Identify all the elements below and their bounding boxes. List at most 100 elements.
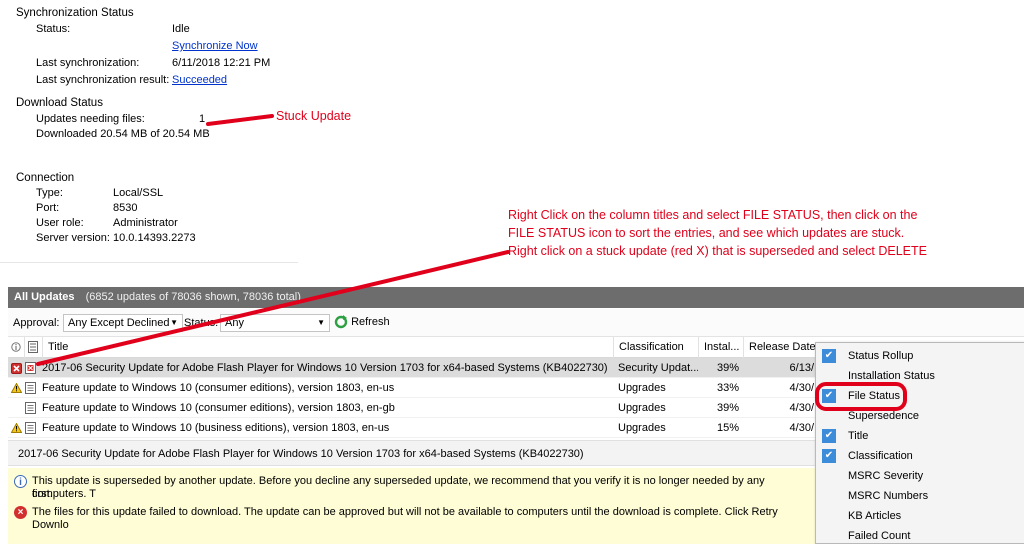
table-row[interactable]: Feature update to Windows 10 (business e… [8,418,816,438]
warning-icon [11,378,23,398]
row-title: Feature update to Windows 10 (consumer e… [42,382,395,394]
instruction-line-1: Right Click on the column titles and sel… [508,208,918,222]
info-column-icon [11,342,21,352]
status-dropdown[interactable]: Any ▼ [220,314,330,332]
table-row[interactable]: Feature update to Windows 10 (consumer e… [8,398,816,418]
sync-status-label: Status: [36,23,71,35]
updates-needing-label: Updates needing files: [36,113,145,125]
status-rollup-column-icon[interactable] [8,337,24,358]
status-value: Any [225,317,244,329]
user-role-value: Administrator [113,217,178,229]
update-file-icon [25,398,39,418]
refresh-label: Refresh [351,316,390,328]
last-sync-value: 6/11/2018 12:21 PM [172,57,271,69]
server-version-value: 10.0.14393.2273 [113,232,196,244]
user-role-label: User role: [36,217,84,229]
row-classification: Upgrades [618,402,666,414]
last-result-link[interactable]: Succeeded [172,74,227,86]
row-installed: 39% [716,402,739,414]
update-file-error-icon [25,358,39,378]
filter-toolbar: Approval: Any Except Declined ▼ Status: … [8,309,1024,337]
chevron-down-icon: ▼ [170,318,178,327]
download-error-line: The files for this update failed to down… [32,506,778,531]
menu-item-status-rollup[interactable]: ✔ Status Rollup [816,346,1024,366]
menu-item-installation-status[interactable]: Installation Status [816,366,1024,386]
chevron-down-icon: ▼ [317,318,325,327]
row-title: 2017-06 Security Update for Adobe Flash … [42,362,608,374]
port-label: Port: [36,202,60,214]
warning-icon [11,418,23,438]
stuck-update-annotation: Stuck Update [276,109,352,123]
last-result-label: Last synchronization result: [36,74,170,86]
error-x-icon [11,358,23,378]
superseded-info-line-2: first. [32,488,53,500]
panel-title: All Updates [14,291,75,303]
info-icon: i [14,475,27,488]
row-installed: 33% [716,382,739,394]
menu-item-label: Supersedence [848,410,919,422]
row-installed: 15% [716,422,739,434]
row-title: Feature update to Windows 10 (consumer e… [42,402,395,414]
menu-item-classification[interactable]: ✔ Classification [816,446,1024,466]
check-icon: ✔ [822,349,836,363]
approval-label: Approval: [13,317,60,329]
type-value: Local/SSL [113,187,164,199]
menu-item-label: Failed Count [848,530,911,542]
sync-status-value: Idle [172,23,190,35]
table-row[interactable]: Feature update to Windows 10 (consumer e… [8,378,816,398]
refresh-button[interactable]: Refresh [334,315,390,329]
all-updates-titlebar: All Updates (6852 updates of 78036 shown… [8,287,1024,308]
update-file-icon [25,378,39,398]
sync-heading: Synchronization Status [16,7,134,19]
column-header-classification[interactable]: Classification [613,337,698,358]
downloaded-text: Downloaded 20.54 MB of 20.54 MB [36,128,210,140]
menu-item-label: MSRC Severity [848,470,924,482]
menu-item-title[interactable]: ✔ Title [816,426,1024,446]
error-icon: × [14,506,27,519]
menu-item-label: Classification [848,450,913,462]
check-icon: ✔ [822,389,836,403]
port-value: 8530 [113,202,138,214]
updates-needing-value: 1 [199,113,206,125]
updates-count: (6852 updates of 78036 shown, 78036 tota… [85,291,301,303]
table-row[interactable]: 2017-06 Security Update for Adobe Flash … [8,358,816,378]
menu-item-failed-count[interactable]: Failed Count [816,526,1024,544]
row-release-date: 6/13/ [789,362,814,374]
check-icon: ✔ [822,429,836,443]
menu-item-label: Title [848,430,869,442]
download-heading: Download Status [16,97,103,109]
instruction-line-3: Right click on a stuck update (red X) th… [508,244,927,258]
menu-item-label: Status Rollup [848,350,914,362]
stuck-update-arrow [206,114,274,126]
menu-item-file-status[interactable]: ✔ File Status [816,386,1024,406]
menu-item-supersedence[interactable]: Supersedence [816,406,1024,426]
update-file-icon [25,418,39,438]
column-context-menu: ✔ Status Rollup Installation Status ✔ Fi… [815,342,1024,544]
refresh-icon [334,315,348,329]
menu-item-msrc-numbers[interactable]: MSRC Numbers [816,486,1024,506]
row-classification: Security Updat... [618,362,698,374]
menu-item-msrc-severity[interactable]: MSRC Severity [816,466,1024,486]
column-header-title[interactable]: Title [42,337,613,358]
menu-item-kb-articles[interactable]: KB Articles [816,506,1024,526]
menu-item-label: File Status [848,390,900,402]
file-status-column-icon[interactable] [24,337,42,358]
approval-dropdown[interactable]: Any Except Declined ▼ [63,314,183,332]
status-label: Status: [184,317,219,329]
row-installed: 39% [716,362,739,374]
column-header-release-date[interactable]: Release Date [743,337,816,358]
column-header-installed[interactable]: Instal... [698,337,743,358]
connection-heading: Connection [16,172,75,184]
row-classification: Upgrades [618,382,666,394]
check-icon: ✔ [822,449,836,463]
type-label: Type: [36,187,63,199]
instruction-line-2: FILE STATUS icon to sort the entries, an… [508,226,905,240]
menu-item-label: KB Articles [848,510,902,522]
document-icon [28,341,38,354]
approval-value: Any Except Declined [68,317,170,329]
menu-item-label: MSRC Numbers [848,490,929,502]
row-title: Feature update to Windows 10 (business e… [42,422,390,434]
row-classification: Upgrades [618,422,666,434]
row-release-date: 4/30/ [789,422,814,434]
synchronize-now-link[interactable]: Synchronize Now [172,40,258,52]
